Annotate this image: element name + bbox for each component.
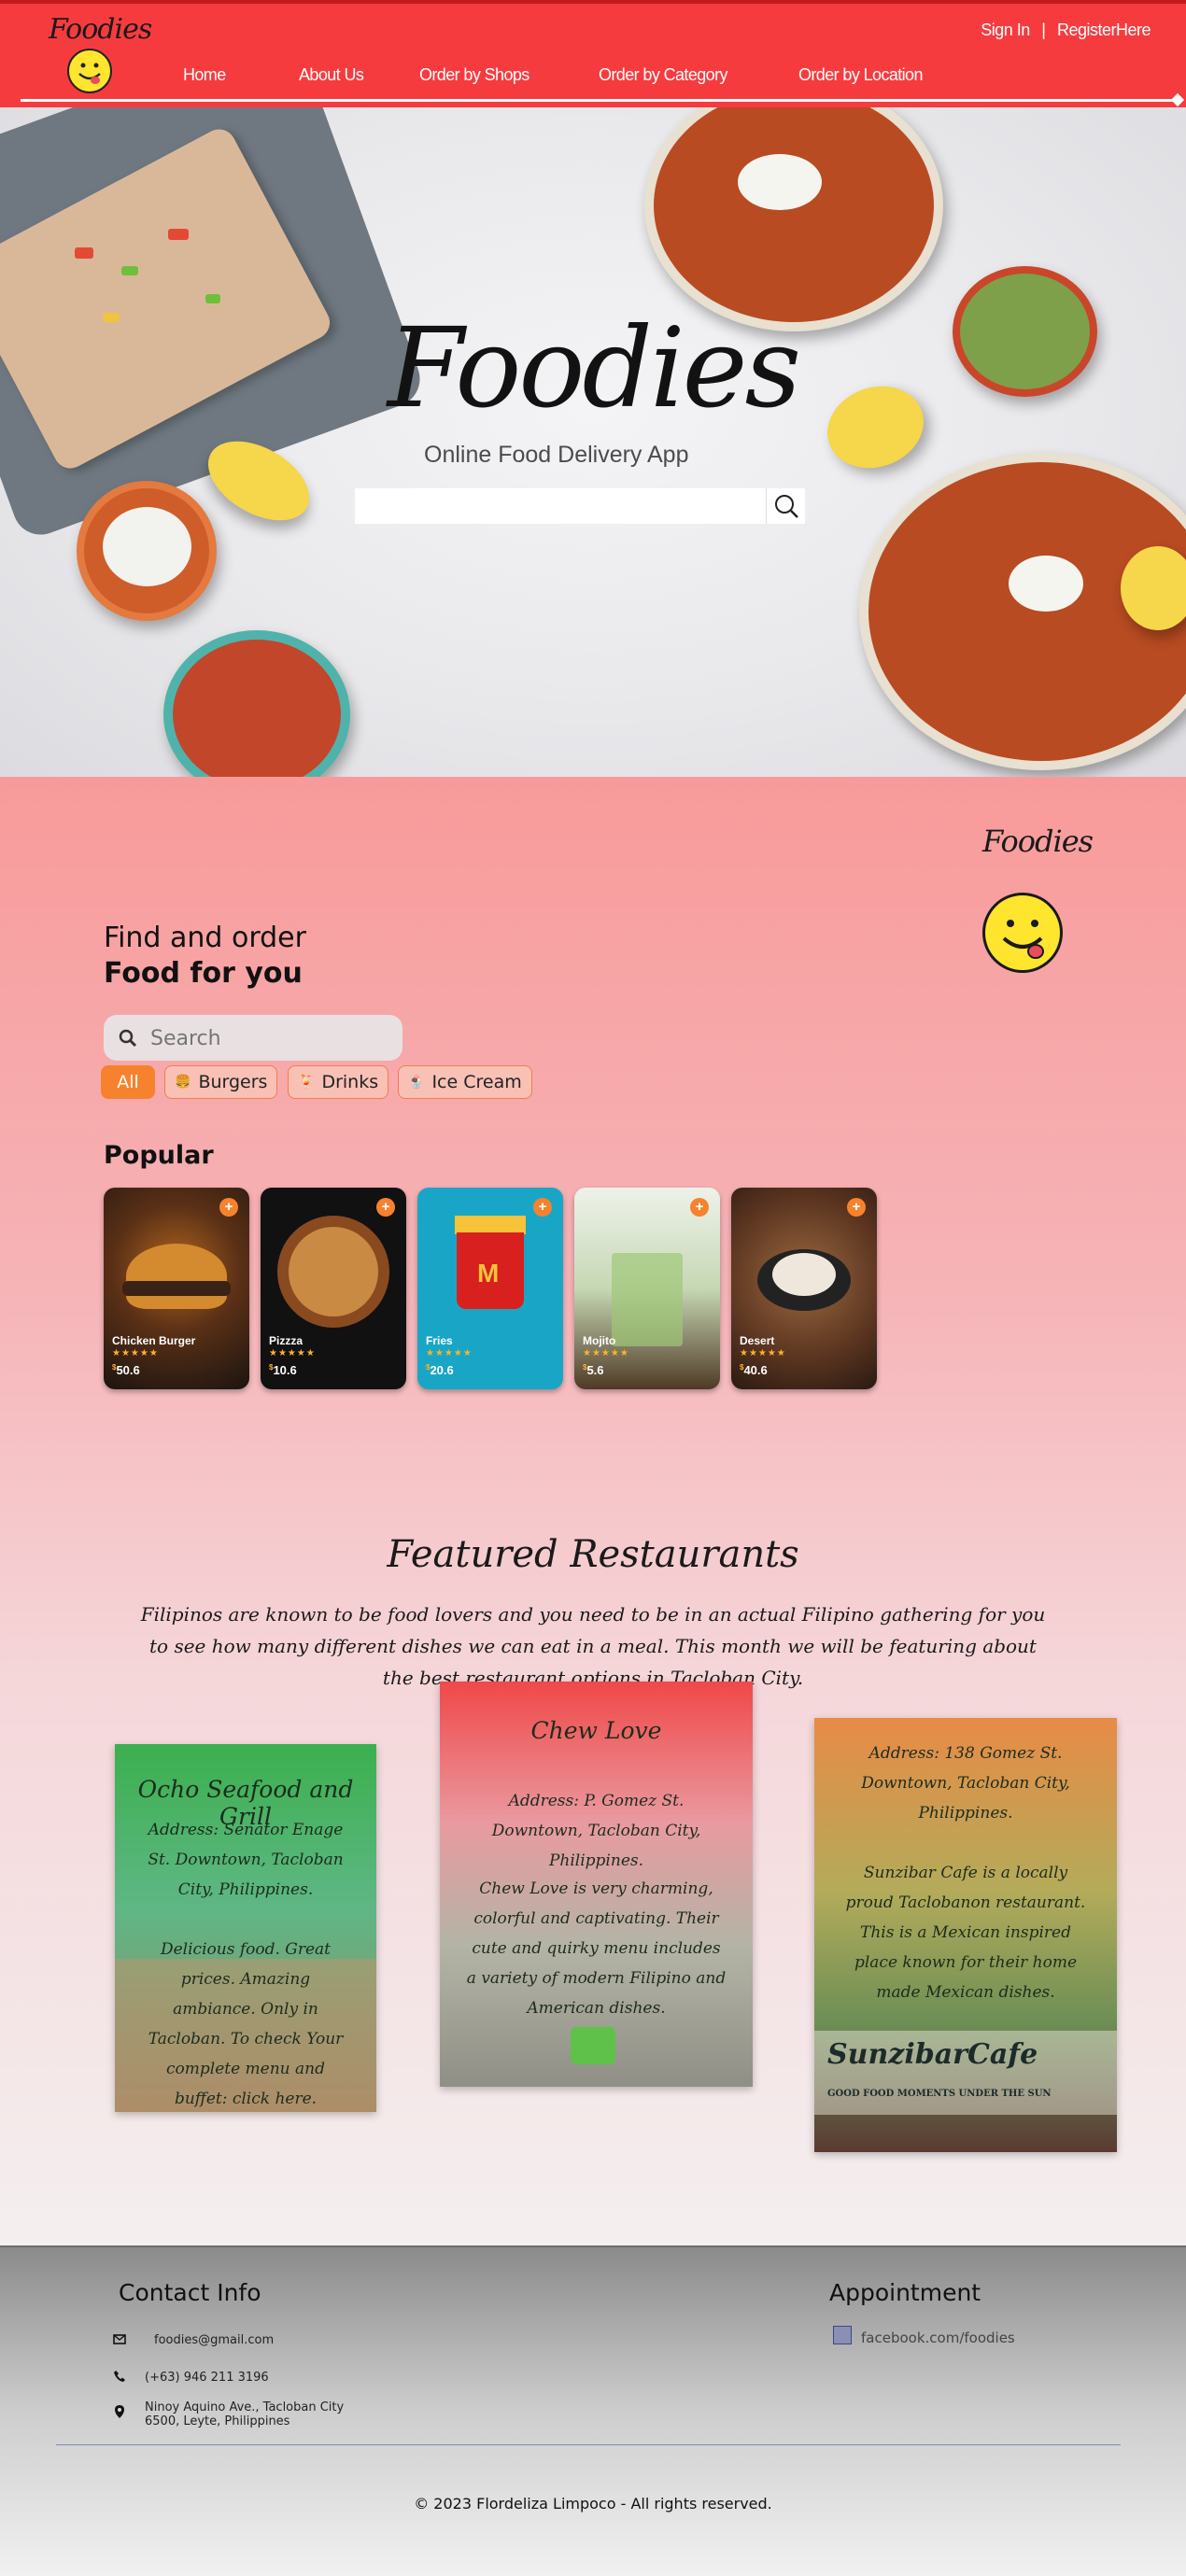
- food-name: Fries: [426, 1334, 453, 1347]
- auth-links: Sign In | RegisterHere: [981, 21, 1151, 40]
- food-card[interactable]: + Mojito ★★★★★ $5.6: [574, 1188, 720, 1389]
- rating-stars: ★★★★★: [740, 1348, 786, 1358]
- sunzibar-logo: SunzibarCafe: [827, 2038, 1038, 2071]
- category-chip-all[interactable]: All: [101, 1065, 155, 1099]
- salad-bowl-image: [163, 630, 350, 777]
- category-chip-burgers[interactable]: 🍔 Burgers: [164, 1065, 278, 1099]
- sunzibar-tagline: GOOD FOOD MOMENTS UNDER THE SUN: [827, 2089, 1052, 2099]
- hero-banner: Foodies Online Food Delivery App: [0, 107, 1186, 777]
- restaurant-address: Address: 138 Gomez St. Downtown, Tacloba…: [861, 1744, 1070, 1823]
- dip-bowl-image: [77, 481, 217, 621]
- nav-order-by-shops[interactable]: Order by Shops: [419, 65, 529, 85]
- restaurant-address: Address: P. Gomez St. Downtown, Tacloban…: [491, 1792, 701, 1870]
- auth-separator: |: [1041, 21, 1046, 39]
- add-to-cart-button[interactable]: +: [847, 1198, 866, 1217]
- restaurant-card-sunzibar[interactable]: Address: 138 Gomez St. Downtown, Tacloba…: [814, 1718, 1117, 2152]
- popular-heading: Popular: [104, 1141, 214, 1170]
- food-name: Desert: [740, 1334, 775, 1347]
- food-price: $10.6: [269, 1363, 297, 1377]
- search-icon: [119, 1029, 137, 1048]
- restaurant-address: Address: Senator Enage St. Downtown, Tac…: [148, 1821, 344, 1899]
- site-header: Foodies Sign In | RegisterHere Home Abou…: [0, 0, 1186, 107]
- food-name: Chicken Burger: [112, 1334, 196, 1347]
- find-heading-line1: Find and order: [104, 922, 306, 954]
- featured-intro: Filipinos are known to be food lovers an…: [140, 1603, 1046, 1689]
- main-section: Foodies Find and order Food for you All …: [0, 777, 1186, 2245]
- food-card[interactable]: M + Fries ★★★★★ $20.6: [417, 1188, 563, 1389]
- food-card[interactable]: + Pizzza ★★★★★ $10.6: [261, 1188, 406, 1389]
- location-pin-icon: [115, 2405, 124, 2418]
- ice-cream-icon: 🍨: [408, 1075, 425, 1090]
- add-to-cart-button[interactable]: +: [376, 1198, 395, 1217]
- category-chip-ice-cream[interactable]: 🍨 Ice Cream: [398, 1065, 532, 1099]
- hero-search-button[interactable]: [766, 488, 805, 524]
- nav-divider: [21, 99, 1179, 102]
- sunzibar-sign: SunzibarCafe GOOD FOOD MOMENTS UNDER THE…: [814, 2031, 1117, 2115]
- mcdonalds-logo-icon: M: [477, 1259, 500, 1288]
- nav-about-us[interactable]: About Us: [299, 65, 364, 85]
- contact-address-line1: Ninoy Aquino Ave., Tacloban City: [145, 2400, 345, 2414]
- lemon-image: [1121, 546, 1186, 630]
- envelope-icon: [113, 2334, 126, 2344]
- rating-stars: ★★★★★: [583, 1348, 629, 1358]
- rating-stars: ★★★★★: [426, 1348, 473, 1358]
- drink-icon: 🍹: [298, 1075, 315, 1090]
- restaurant-description: Sunzibar Cafe is a locally proud Tacloba…: [845, 1864, 1086, 2002]
- contact-heading: Contact Info: [119, 2279, 261, 2306]
- rating-stars: ★★★★★: [112, 1348, 159, 1358]
- nav-home[interactable]: Home: [183, 65, 226, 85]
- restaurant-description: Chew Love is very charming, colorful and…: [466, 1879, 727, 2018]
- phone-icon: [114, 2371, 125, 2382]
- burger-icon: 🍔: [175, 1075, 191, 1090]
- facebook-icon: [833, 2326, 852, 2344]
- hero-subtitle: Online Food Delivery App: [424, 442, 689, 468]
- restaurant-card-ocho[interactable]: Ocho Seafood and Grill Address: Senator …: [115, 1744, 376, 2112]
- fries-bowl-image: [644, 107, 943, 331]
- food-price: $20.6: [426, 1363, 454, 1377]
- hero-title: Foodies: [387, 303, 801, 432]
- add-to-cart-button[interactable]: +: [533, 1198, 552, 1217]
- find-heading-line2: Food for you: [104, 957, 303, 990]
- food-price: $50.6: [112, 1363, 140, 1377]
- hero-search-input[interactable]: [355, 488, 766, 524]
- contact-address-line2: 6500, Leyte, Philippines: [145, 2414, 290, 2428]
- footer-divider: [56, 2444, 1121, 2445]
- appointment-heading: Appointment: [829, 2279, 981, 2306]
- restaurant-card-chew-love[interactable]: Chew Love Address: P. Gomez St. Downtown…: [440, 1682, 753, 2087]
- food-card[interactable]: + Chicken Burger ★★★★★ $50.6: [104, 1188, 249, 1389]
- facebook-link[interactable]: facebook.com/foodies: [861, 2330, 1015, 2346]
- restaurant-description: Delicious food. Great prices. Amazing am…: [148, 1940, 344, 2108]
- featured-heading: Featured Restaurants: [387, 1533, 799, 1576]
- food-search-input[interactable]: [150, 1024, 384, 1052]
- restaurant-name: Chew Love: [530, 1717, 662, 1744]
- contact-phone[interactable]: (+63) 946 211 3196: [145, 2371, 269, 2385]
- main-nav: Home About Us Order by Shops Order by Ca…: [0, 65, 1186, 93]
- contact-email[interactable]: foodies@gmail.com: [154, 2333, 274, 2347]
- chip-label: All: [117, 1072, 139, 1092]
- food-name: Pizzza: [269, 1334, 304, 1347]
- nav-order-by-category[interactable]: Order by Category: [599, 65, 727, 85]
- category-chip-drinks[interactable]: 🍹 Drinks: [288, 1065, 389, 1099]
- chip-label: Ice Cream: [431, 1072, 522, 1092]
- smiley-icon: [982, 893, 1063, 973]
- food-name: Mojito: [583, 1334, 616, 1347]
- food-search-box[interactable]: [104, 1015, 402, 1061]
- chip-label: Drinks: [321, 1072, 379, 1092]
- food-card[interactable]: + Desert ★★★★★ $40.6: [731, 1188, 877, 1389]
- add-to-cart-button[interactable]: +: [219, 1198, 238, 1217]
- sign-in-link[interactable]: Sign In: [981, 21, 1030, 39]
- nav-order-by-location[interactable]: Order by Location: [798, 65, 923, 85]
- site-footer: Contact Info foodies@gmail.com (+63) 946…: [0, 2245, 1186, 2576]
- search-icon: [775, 495, 798, 518]
- food-price: $5.6: [583, 1363, 604, 1377]
- add-to-cart-button[interactable]: +: [690, 1198, 709, 1217]
- chip-label: Burgers: [198, 1072, 268, 1092]
- logo-text: Foodies: [49, 13, 152, 46]
- brand-text: Foodies: [982, 823, 1094, 859]
- register-link[interactable]: RegisterHere: [1057, 21, 1151, 39]
- nav-divider-end: [1170, 92, 1185, 107]
- copyright: © 2023 Flordeliza Limpoco - All rights r…: [414, 2495, 772, 2513]
- rating-stars: ★★★★★: [269, 1348, 316, 1358]
- food-price: $40.6: [740, 1363, 768, 1377]
